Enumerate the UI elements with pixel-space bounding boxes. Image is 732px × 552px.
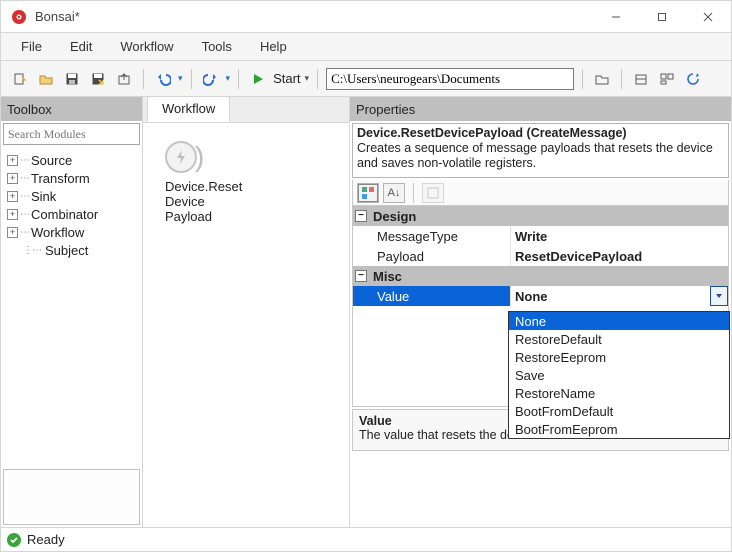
search-input[interactable] <box>3 123 140 145</box>
undo-icon[interactable] <box>152 68 174 90</box>
dropdown-option-bootfromdefault[interactable]: BootFromDefault <box>509 402 729 420</box>
dropdown-option-save[interactable]: Save <box>509 366 729 384</box>
save-as-icon[interactable] <box>87 68 109 90</box>
gallery-icon[interactable] <box>656 68 678 90</box>
tab-workflow[interactable]: Workflow <box>147 96 230 122</box>
separator <box>143 69 144 89</box>
separator <box>582 69 583 89</box>
dropdown-option-restoreeeprom[interactable]: RestoreEeprom <box>509 348 729 366</box>
prop-row-value[interactable]: Value None <box>353 286 728 306</box>
separator <box>317 69 318 89</box>
workflow-panel: Workflow ) Device.Reset Device Payload <box>143 97 349 527</box>
start-dropdown-icon[interactable]: ▾ <box>305 73 310 84</box>
tree-item-source[interactable]: +⋯Source <box>5 151 138 169</box>
dropdown-option-bootfromeeprom[interactable]: BootFromEeprom <box>509 420 729 438</box>
package-manager-icon[interactable] <box>630 68 652 90</box>
redo-icon[interactable] <box>200 68 222 90</box>
separator <box>191 69 192 89</box>
module-tree[interactable]: +⋯Source +⋯Transform +⋯Sink +⋯Combinator… <box>1 147 142 467</box>
start-label[interactable]: Start <box>273 71 300 86</box>
titlebar: Bonsai* <box>1 1 731 33</box>
window-title: Bonsai* <box>35 9 80 24</box>
properties-title-line: Device.ResetDevicePayload (CreateMessage… <box>357 126 724 141</box>
toolbox-panel: Toolbox +⋯Source +⋯Transform +⋯Sink +⋯Co… <box>1 97 143 527</box>
toolbox-description-box <box>3 469 140 525</box>
tree-item-transform[interactable]: +⋯Transform <box>5 169 138 187</box>
workflow-node[interactable]: ) Device.Reset Device Payload <box>159 141 279 224</box>
tree-item-workflow[interactable]: +⋯Workflow <box>5 223 138 241</box>
properties-toolbar: A↓ <box>352 180 729 206</box>
property-pages-icon[interactable] <box>422 183 444 203</box>
tree-item-combinator[interactable]: +⋯Combinator <box>5 205 138 223</box>
main-window: Bonsai* File Edit Workflow Tools Help <box>0 0 732 552</box>
open-icon[interactable] <box>35 68 57 90</box>
maximize-button[interactable] <box>639 1 685 33</box>
path-input[interactable] <box>326 68 574 90</box>
prop-row-message-type[interactable]: MessageType Write <box>353 226 728 246</box>
new-icon[interactable] <box>9 68 31 90</box>
prop-row-payload[interactable]: Payload ResetDevicePayload <box>353 246 728 266</box>
node-label: Device.Reset Device Payload <box>165 179 279 224</box>
menu-edit[interactable]: Edit <box>58 36 104 57</box>
properties-description: Device.ResetDevicePayload (CreateMessage… <box>352 123 729 178</box>
dropdown-option-restoredefault[interactable]: RestoreDefault <box>509 330 729 348</box>
tree-item-sink[interactable]: +⋯Sink <box>5 187 138 205</box>
dropdown-option-restorename[interactable]: RestoreName <box>509 384 729 402</box>
alphabetical-view-icon[interactable]: A↓ <box>383 183 405 203</box>
dropdown-option-none[interactable]: None <box>509 312 729 330</box>
close-button[interactable] <box>685 1 731 33</box>
value-dropdown-button[interactable] <box>710 286 728 306</box>
separator <box>238 69 239 89</box>
menu-workflow[interactable]: Workflow <box>108 36 185 57</box>
app-icon <box>11 9 27 25</box>
status-ok-icon <box>7 533 21 547</box>
export-icon[interactable] <box>113 68 135 90</box>
workflow-tabstrip: Workflow <box>143 97 349 123</box>
toolbox-header: Toolbox <box>1 97 142 121</box>
paren-icon: ) <box>195 146 204 168</box>
category-design[interactable]: −Design <box>353 206 728 226</box>
tree-item-subject[interactable]: ⋮⋯Subject <box>5 241 138 259</box>
browse-folder-icon[interactable] <box>591 68 613 90</box>
minimize-button[interactable] <box>593 1 639 33</box>
menu-help[interactable]: Help <box>248 36 299 57</box>
menu-tools[interactable]: Tools <box>190 36 244 57</box>
categorized-view-icon[interactable] <box>357 183 379 203</box>
save-icon[interactable] <box>61 68 83 90</box>
properties-desc-text: Creates a sequence of message payloads t… <box>357 141 724 171</box>
separator <box>621 69 622 89</box>
menubar: File Edit Workflow Tools Help <box>1 33 731 61</box>
menu-file[interactable]: File <box>9 36 54 57</box>
separator <box>413 183 414 203</box>
value-dropdown-list[interactable]: None RestoreDefault RestoreEeprom Save R… <box>508 311 730 439</box>
toolbar: ▾ ▾ Start ▾ <box>1 61 731 97</box>
refresh-icon[interactable] <box>682 68 704 90</box>
properties-header: Properties <box>350 97 731 121</box>
statusbar: Ready <box>1 527 731 551</box>
properties-panel: Properties Device.ResetDevicePayload (Cr… <box>349 97 731 527</box>
status-text: Ready <box>27 532 65 547</box>
node-icon <box>165 141 197 173</box>
start-button[interactable] <box>247 68 269 90</box>
workflow-canvas[interactable]: ) Device.Reset Device Payload <box>143 123 349 527</box>
category-misc[interactable]: −Misc <box>353 266 728 286</box>
